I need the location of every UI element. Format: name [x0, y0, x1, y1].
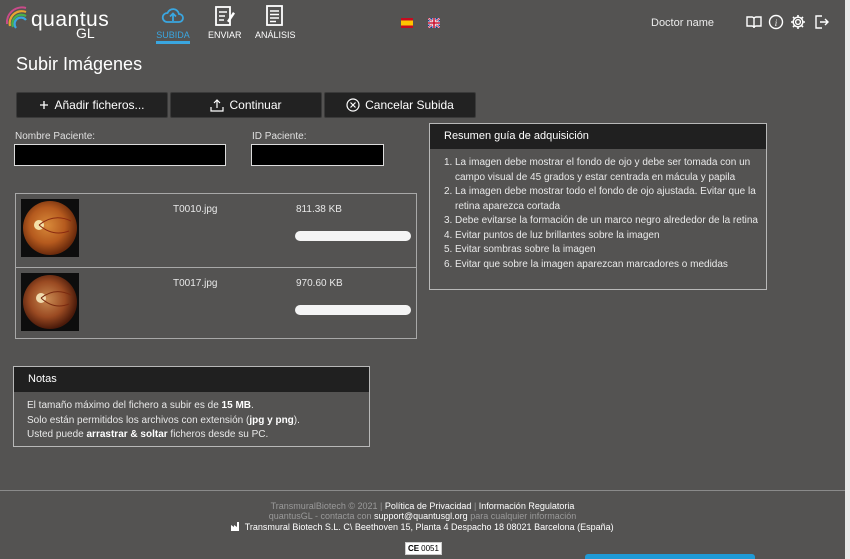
list-item: 3. Debe evitarse la formación de un marco… [444, 215, 758, 226]
patient-id-field[interactable] [251, 144, 384, 166]
fundus-thumbnail [21, 199, 79, 257]
book-icon[interactable] [746, 14, 762, 30]
file-list: T0010.jpg 811.38 KB T0017.jpg 970.60 KB [15, 193, 417, 339]
list-item: 1. La imagen debe mostrar el fondo de ojo… [444, 157, 751, 183]
notes-line: Solo están permitidos los archivos con e… [27, 414, 300, 426]
upload-icon [210, 99, 225, 112]
report-document-icon [266, 5, 283, 26]
edit-document-icon [215, 6, 235, 26]
acquisition-guide-panel: Resumen guía de adquisición 1. La imagen … [429, 123, 767, 290]
fundus-thumbnail [21, 273, 79, 331]
footer-links: TransmuralBiotech © 2021 | Política de P… [270, 501, 575, 511]
scrollbar[interactable] [845, 0, 850, 559]
cloud-upload-icon [161, 8, 184, 23]
info-icon[interactable]: i [768, 14, 784, 30]
tab-analisis-label: ANÁLISIS [255, 30, 296, 40]
notes-body: El tamaño máximo del fichero a subir es … [14, 392, 369, 443]
add-files-button[interactable]: Añadir ficheros... [16, 92, 168, 118]
notes-panel: Notas El tamaño máximo del fichero a sub… [13, 366, 370, 447]
uk-flag-icon[interactable] [428, 18, 440, 28]
footer-contact: quantusGL - contacta con support@quantus… [268, 511, 577, 521]
file-size: 970.60 KB [296, 278, 343, 289]
cancel-upload-label: Cancelar Subida [365, 98, 454, 112]
factory-icon [231, 522, 240, 531]
privacy-link[interactable]: Política de Privacidad [385, 501, 472, 511]
copyright: TransmuralBiotech © 2021 [270, 501, 378, 511]
patient-name-label: Nombre Paciente: [15, 131, 96, 142]
tab-subida-label: SUBIDA [156, 30, 190, 40]
tab-enviar[interactable]: ENVIAR [208, 4, 242, 40]
logout-icon[interactable] [813, 14, 829, 30]
tab-enviar-label: ENVIAR [208, 30, 242, 40]
footer-divider [0, 490, 845, 491]
logo-wordmark: quantus [31, 8, 110, 31]
patient-name-field[interactable] [14, 144, 226, 166]
list-item: T0017.jpg 970.60 KB [16, 267, 416, 340]
tab-subida[interactable]: SUBIDA [155, 4, 191, 40]
app-logo: quantus GL [4, 4, 114, 41]
ce-mark: CE 0051 [405, 542, 442, 555]
file-size: 811.38 KB [296, 204, 342, 215]
patient-id-label: ID Paciente: [252, 131, 307, 142]
list-item: 6. Evitar que sobre la imagen aparezcan m… [444, 258, 728, 270]
add-files-label: Añadir ficheros... [54, 98, 145, 112]
support-email-link[interactable]: support@quantusgl.org [374, 511, 468, 521]
list-item: 2. La imagen debe mostrar todo el fondo d… [444, 186, 756, 212]
list-item: 4. Evitar puntos de luz brillantes sobre … [444, 229, 660, 241]
regulatory-link[interactable]: Información Regulatoria [479, 501, 575, 511]
notes-line: El tamaño máximo del fichero a subir es … [27, 400, 254, 411]
notes-title: Notas [14, 367, 369, 392]
notes-line: Usted puede arrastrar & soltar ficheros … [27, 429, 269, 440]
cancel-upload-button[interactable]: Cancelar Subida [324, 92, 476, 118]
guide-title: Resumen guía de adquisición [430, 124, 766, 149]
continue-label: Continuar [229, 98, 282, 112]
file-name: T0010.jpg [173, 204, 218, 215]
page-title: Subir Imágenes [16, 54, 143, 74]
footer-address: Transmural Biotech S.L. C\ Beethoven 15,… [0, 521, 845, 532]
continue-button[interactable]: Continuar [170, 92, 322, 118]
file-name: T0017.jpg [173, 278, 218, 289]
active-tab-indicator [156, 41, 190, 44]
upload-progress-bar [295, 231, 411, 241]
list-item: T0010.jpg 811.38 KB [16, 194, 416, 267]
es-flag-icon[interactable] [401, 18, 413, 28]
guide-list: 1. La imagen debe mostrar el fondo de ojo… [430, 149, 766, 272]
cancel-circle-icon [346, 98, 360, 112]
logo-suffix: GL [76, 25, 95, 41]
list-item: 5. Evitar sombras sobre la imagen [444, 244, 596, 255]
gear-icon[interactable] [790, 14, 806, 30]
upload-progress-bar [295, 305, 411, 315]
user-name[interactable]: Doctor name [651, 17, 714, 29]
tab-analisis[interactable]: ANÁLISIS [255, 4, 296, 40]
svg-text:i: i [775, 18, 778, 28]
plus-icon [40, 101, 49, 109]
partial-action-button[interactable] [585, 554, 755, 559]
